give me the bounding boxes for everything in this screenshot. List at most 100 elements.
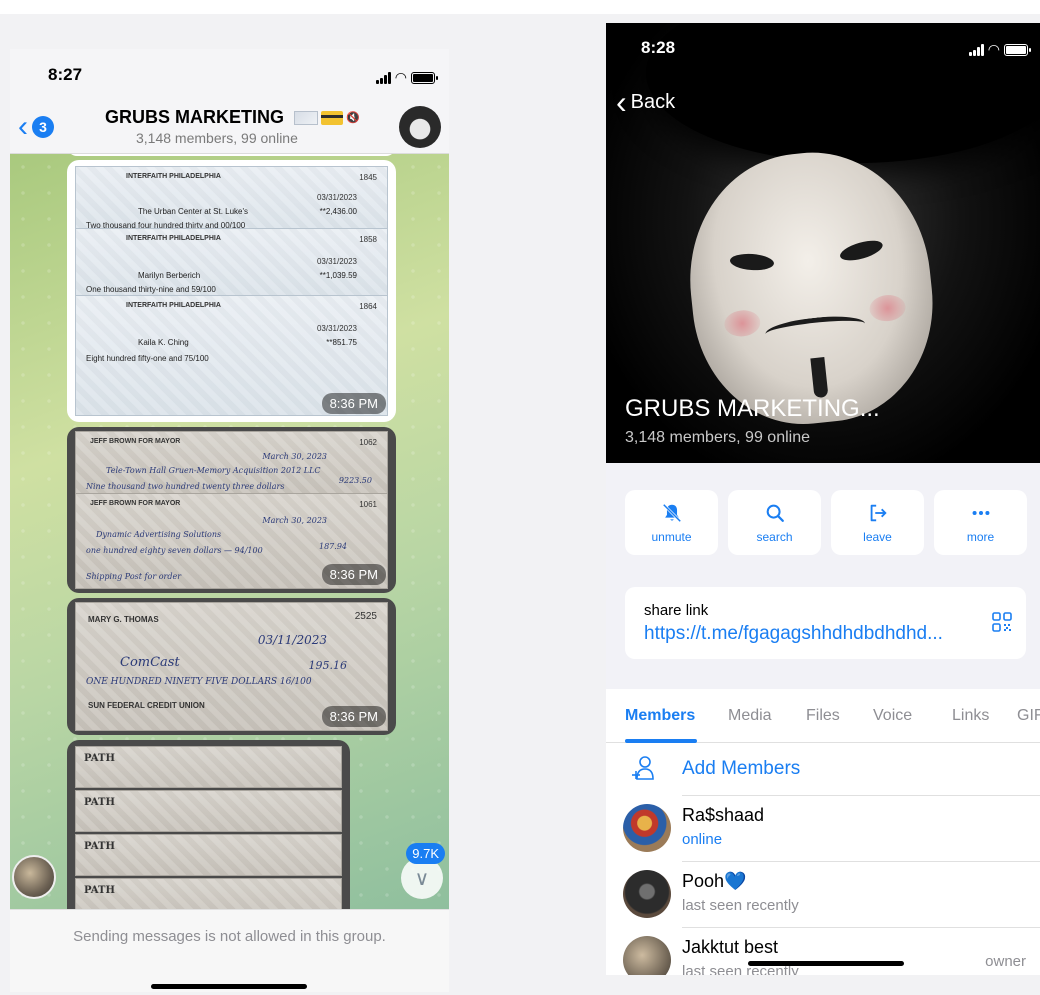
check-date: 03/31/2023 [316,257,357,266]
check-name: MARY G. THOMAS [88,615,159,624]
check-amount: **1,039.59 [319,271,357,280]
back-button[interactable]: ‹ 3 [18,112,54,142]
chat-header: 8:27 ◠ ‹ 3 GRUBS MARKETING 🔇 3,148 membe… [10,49,449,154]
qr-code-icon[interactable] [992,612,1012,632]
screenshot-canvas: 8:27 ◠ ‹ 3 GRUBS MARKETING 🔇 3,148 membe… [0,0,1040,995]
back-label: Back [630,90,676,113]
chat-title-text: GRUBS MARKETING [105,107,284,127]
share-link-url[interactable]: https://t.me/fgagagshhdhdbdhdhd... [644,623,943,645]
check-number: 2525 [354,611,377,622]
check-amount: 9223.50 [338,476,372,485]
avatar [623,804,671,852]
chevron-down-icon: ∨ [414,867,430,890]
ellipsis-icon [972,510,989,515]
back-button[interactable]: ‹ Back [616,86,675,118]
message-time: 8:36 PM [321,564,386,585]
check-payee: Tele-Town Hall Gruen-Memory Acquisition … [106,466,321,475]
check-date: 03/31/2023 [316,324,357,333]
leave-button[interactable]: leave [831,490,924,555]
chat-title[interactable]: GRUBS MARKETING 🔇 [105,107,360,128]
check-number: 1858 [359,235,377,244]
leave-label: leave [863,529,892,544]
group-info-screen: 8:28 ◠ ‹ Back GRUBS MARKETING... 3,148 m… [606,23,1040,975]
check-payee: The Urban Center at St. Luke's [138,207,249,216]
photo-message[interactable]: MARY G. THOMAS 2525 03/11/2023 ComCast 1… [67,598,396,735]
avatar [623,936,671,975]
add-members-row[interactable]: Add Members [606,743,1040,795]
photo-message[interactable]: PATH PATH PATH PATH [67,740,350,909]
member-name: Ra$shaad [682,805,765,825]
photo-message[interactable]: JEFF BROWN FOR MAYOR 1062 March 30, 2023… [67,427,396,593]
member-list: Add Members Ra$shaad online Pooh💙 last s… [606,743,1040,975]
credit-card-icon [321,111,344,126]
chat-subtitle: 3,148 members, 99 online [136,130,298,146]
chat-messages-area[interactable]: INTERFAITH PHILADELPHIA 1845 03/31/2023 … [10,154,449,909]
message-time: 8:36 PM [321,393,386,414]
check-bank: INTERFAITH PHILADELPHIA [126,235,221,242]
media-tabs: Members Media Files Voice Links GIFs [606,689,1040,743]
check-amount: **2,436.00 [319,207,357,216]
check-number: 1845 [359,173,377,182]
check-payee: ComCast [120,655,180,670]
member-row[interactable]: Jakktut best last seen recently owner [606,927,1040,975]
member-name: Jakktut best [682,937,779,957]
status-time: 8:27 [48,65,83,84]
tab-media[interactable]: Media [728,707,772,725]
wifi-icon: ◠ [394,69,407,85]
check-number: 1864 [359,302,377,311]
group-avatar[interactable] [399,106,441,148]
member-row[interactable]: Pooh💙 last seen recently [606,861,1040,927]
check-org: PATH [84,753,115,764]
envelope-icon [294,111,319,126]
mask-cheek [723,308,762,339]
muted-icon: 🔇 [346,112,360,125]
signal-icon [968,43,984,56]
check-payee: Marilyn Berberich [138,271,201,280]
check-bank: SUN FEDERAL CREDIT UNION [88,701,205,710]
check-image: JEFF BROWN FOR MAYOR 1062 March 30, 2023… [75,431,388,497]
check-number: 1061 [359,500,377,509]
check-amount: **851.75 [326,338,357,347]
leave-icon [870,504,887,521]
check-payee: Dynamic Advertising Solutions [96,530,222,539]
check-bank: JEFF BROWN FOR MAYOR [90,438,181,445]
unmute-button[interactable]: unmute [625,490,718,555]
home-indicator [748,961,904,966]
check-payee: Kaila K. Ching [138,338,189,347]
share-link-label: share link [644,602,709,619]
add-member-icon [632,756,654,780]
search-icon [766,504,784,522]
tab-files[interactable]: Files [806,707,840,725]
tab-voice[interactable]: Voice [873,707,912,725]
member-name: Pooh💙 [682,871,746,892]
check-date: March 30, 2023 [262,516,327,525]
check-org: PATH [84,885,115,896]
search-button[interactable]: search [728,490,821,555]
check-words: Eight hundred fifty-one and 75/100 [86,354,209,363]
member-row[interactable]: Ra$shaad online [606,795,1040,861]
check-image: PATH [75,878,342,909]
check-image: PATH [75,746,342,788]
mask-cheek [868,293,907,323]
avatar [623,870,671,918]
tab-gifs[interactable]: GIFs [1017,707,1040,725]
sender-avatar[interactable] [12,855,56,899]
input-disabled-text: Sending messages is not allowed in this … [73,928,386,945]
signal-icon [375,71,391,84]
check-org: PATH [84,841,115,852]
chevron-left-icon: ‹ [18,110,28,143]
chat-screen: 8:27 ◠ ‹ 3 GRUBS MARKETING 🔇 3,148 membe… [10,49,449,992]
share-link-box[interactable]: share link https://t.me/fgagagshhdhdbdhd… [625,587,1026,659]
add-members-label: Add Members [682,758,801,779]
mask-beard [810,356,829,399]
group-photo[interactable]: 8:28 ◠ ‹ Back GRUBS MARKETING... 3,148 m… [606,23,1040,463]
more-button[interactable]: more [934,490,1027,555]
check-bank: INTERFAITH PHILADELPHIA [126,173,221,180]
tab-links[interactable]: Links [952,707,989,725]
status-time: 8:28 [641,38,676,57]
check-image: INTERFAITH PHILADELPHIA 1858 03/31/2023 … [75,228,388,298]
photo-message[interactable]: INTERFAITH PHILADELPHIA 1845 03/31/2023 … [67,160,396,422]
tab-members[interactable]: Members [625,707,695,725]
battery-icon [1004,43,1031,56]
member-status: online [682,831,723,848]
